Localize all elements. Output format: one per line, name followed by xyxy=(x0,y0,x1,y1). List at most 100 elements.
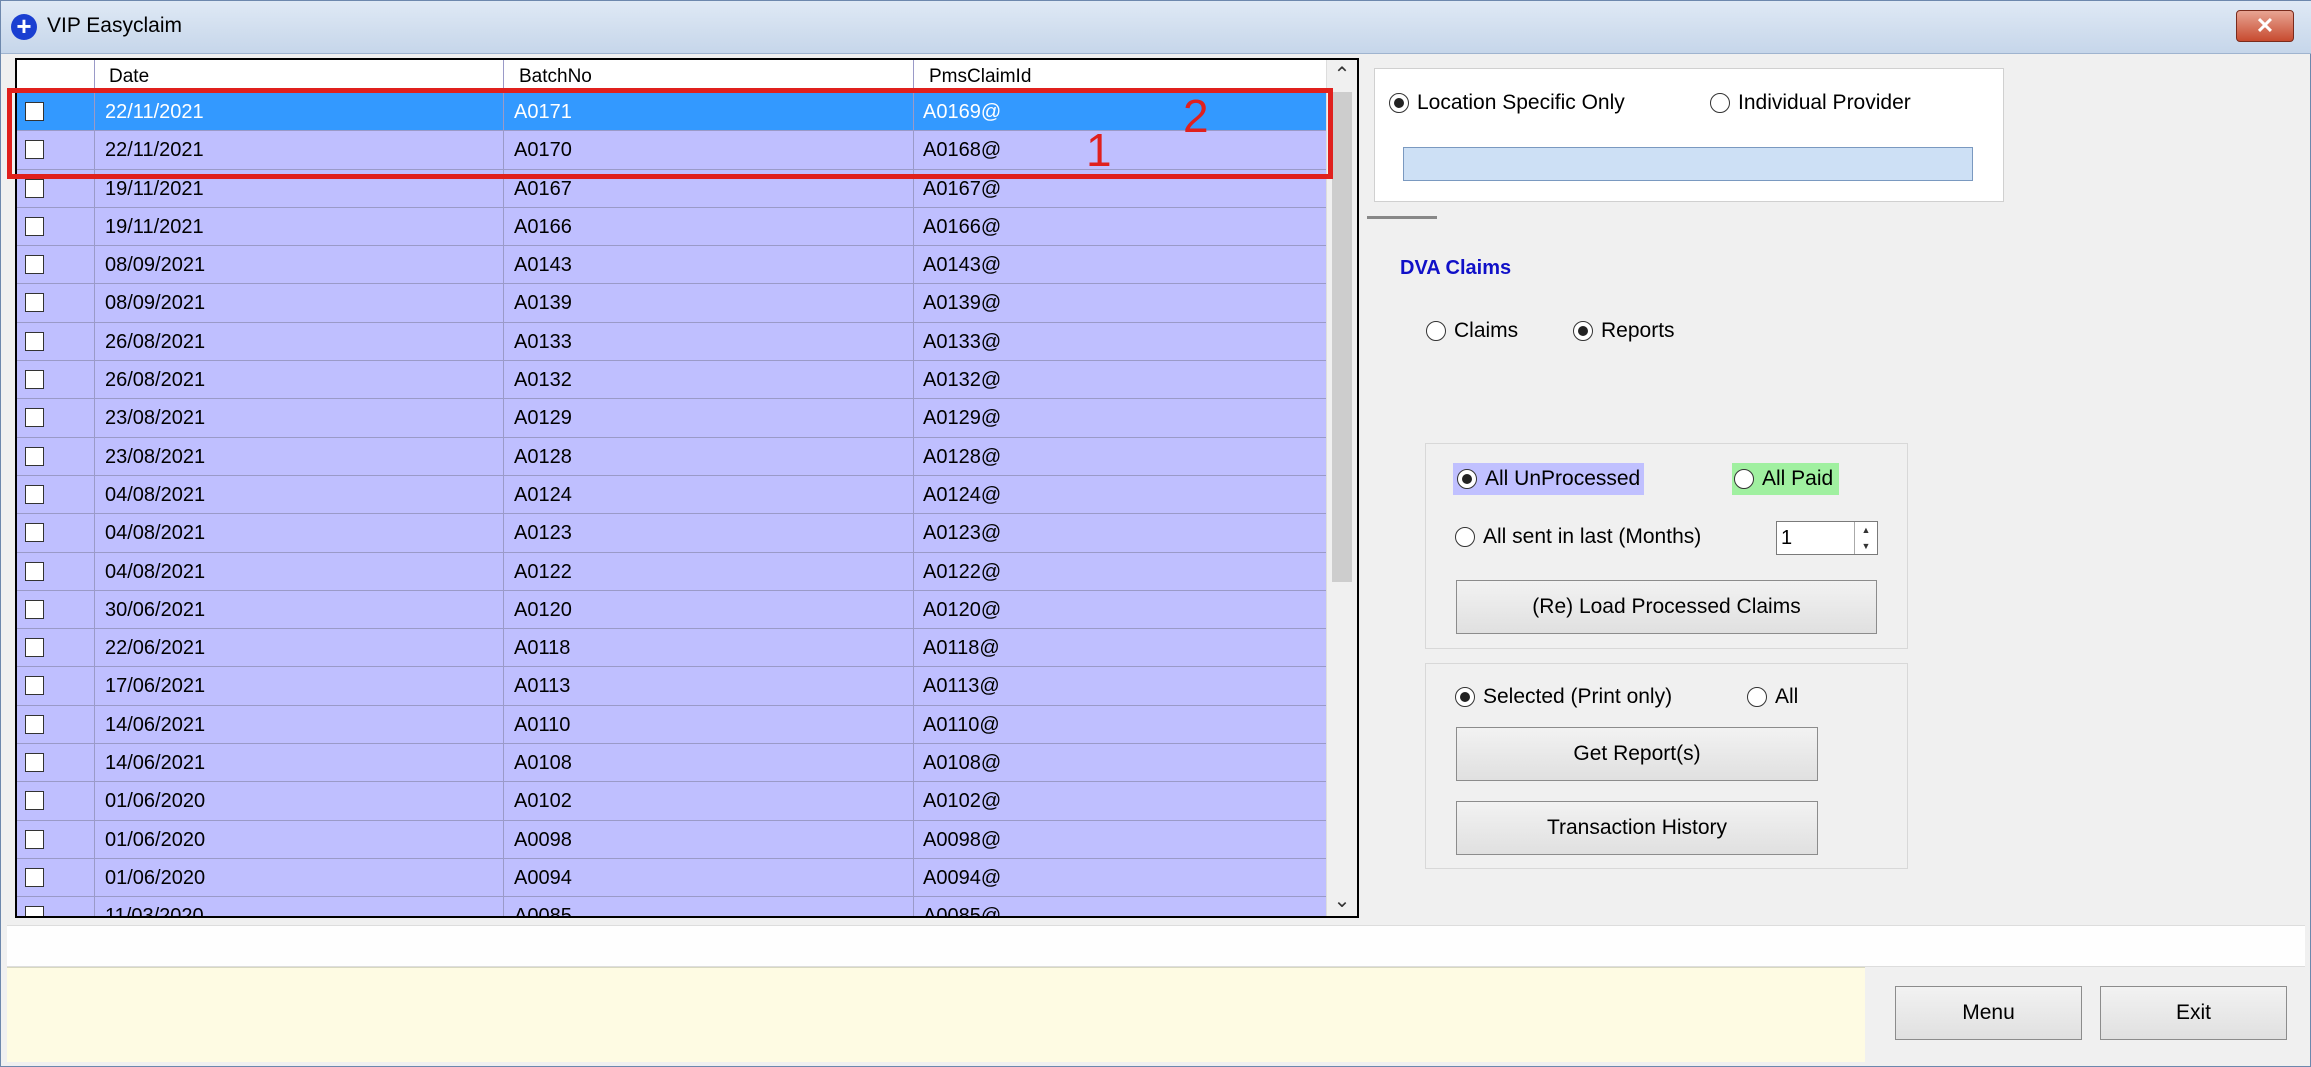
row-checkbox[interactable] xyxy=(25,408,44,428)
row-checkbox[interactable] xyxy=(25,293,44,313)
table-row[interactable]: 19/11/2021 A0166 A0166@ xyxy=(17,207,1327,247)
row-checkbox[interactable] xyxy=(25,829,44,849)
tab-indicator xyxy=(1367,216,1437,219)
selected-print-radio[interactable]: Selected (Print only) xyxy=(1455,685,1672,709)
row-checkbox[interactable] xyxy=(25,714,44,734)
reload-processed-claims-button[interactable]: (Re) Load Processed Claims xyxy=(1456,580,1877,634)
radio-selected-icon xyxy=(1457,469,1477,489)
scroll-up-icon[interactable]: ⌃ xyxy=(1327,60,1357,90)
table-row[interactable]: 08/09/2021 A0139 A0139@ xyxy=(17,284,1327,323)
table-row[interactable]: 04/08/2021 A0123 A0123@ xyxy=(17,514,1327,553)
get-reports-button[interactable]: Get Report(s) xyxy=(1456,727,1818,781)
cell-pmsclaimid: A0143@ xyxy=(923,254,1002,277)
radio-unselected-icon xyxy=(1734,469,1754,489)
row-checkbox[interactable] xyxy=(25,446,44,466)
all-paid-radio[interactable]: All Paid xyxy=(1732,463,1840,495)
row-checkbox[interactable] xyxy=(25,561,44,581)
cell-date: 01/06/2020 xyxy=(105,866,206,889)
cell-pmsclaimid: A0139@ xyxy=(923,292,1002,315)
cell-date: 23/08/2021 xyxy=(105,445,206,468)
months-stepper[interactable]: 1 ▲ ▼ xyxy=(1776,521,1878,555)
table-row[interactable]: 26/08/2021 A0132 A0132@ xyxy=(17,361,1327,400)
cell-date: 19/11/2021 xyxy=(105,177,204,200)
row-checkbox[interactable] xyxy=(25,331,44,351)
cell-pmsclaimid: A0108@ xyxy=(923,752,1002,775)
reports-label: Reports xyxy=(1601,319,1675,342)
cell-pmsclaimid: A0124@ xyxy=(923,483,1002,506)
table-row[interactable]: 17/06/2021 A0113 A0113@ xyxy=(17,667,1327,706)
dva-claims-title: DVA Claims xyxy=(1400,257,1512,279)
all-sent-radio[interactable]: All sent in last (Months) xyxy=(1455,525,1701,549)
cell-pmsclaimid: A0098@ xyxy=(923,828,1002,851)
cell-batchno: A0118 xyxy=(514,637,571,660)
cell-batchno: A0123 xyxy=(514,522,572,545)
table-row[interactable]: 23/08/2021 A0129 A0129@ xyxy=(17,399,1327,438)
table-row[interactable]: 01/06/2020 A0102 A0102@ xyxy=(17,782,1327,821)
table-row[interactable]: 26/08/2021 A0133 A0133@ xyxy=(17,322,1327,362)
table-row[interactable]: 08/09/2021 A0143 A0143@ xyxy=(17,246,1327,285)
row-checkbox[interactable] xyxy=(25,216,44,236)
claims-radio[interactable]: Claims xyxy=(1426,319,1518,343)
row-checkbox[interactable] xyxy=(25,906,44,916)
row-checkbox[interactable] xyxy=(25,599,44,619)
cell-date: 26/08/2021 xyxy=(105,369,206,392)
months-value: 1 xyxy=(1781,527,1793,549)
row-checkbox[interactable] xyxy=(25,638,44,658)
radio-selected-icon xyxy=(1389,93,1409,113)
location-specific-radio[interactable]: Location Specific Only xyxy=(1389,91,1625,115)
provider-panel: Location Specific Only Individual Provid… xyxy=(1374,68,2004,202)
cell-date: 30/06/2021 xyxy=(105,598,206,621)
exit-button[interactable]: Exit xyxy=(2100,986,2287,1040)
individual-provider-radio[interactable]: Individual Provider xyxy=(1710,91,1911,115)
stepper-arrows-icon[interactable]: ▲ ▼ xyxy=(1854,522,1877,554)
annotation-label-2: 2 xyxy=(1183,90,1209,142)
table-row[interactable]: 01/06/2020 A0098 A0098@ xyxy=(17,820,1327,859)
row-checkbox[interactable] xyxy=(25,676,44,696)
table-row[interactable]: 11/03/2020 A0085 A0085@ xyxy=(17,897,1327,918)
cell-batchno: A0129 xyxy=(514,407,572,430)
row-checkbox[interactable] xyxy=(25,791,44,811)
row-checkbox[interactable] xyxy=(25,370,44,390)
table-row[interactable]: 04/08/2021 A0124 A0124@ xyxy=(17,475,1327,515)
scroll-thumb[interactable] xyxy=(1332,92,1352,582)
cell-batchno: A0085 xyxy=(514,905,572,918)
table-row[interactable]: 22/06/2021 A0118 A0118@ xyxy=(17,629,1327,668)
app-window: + VIP Easyclaim ✕ Date BatchNo PmsClaimI… xyxy=(0,0,2311,1067)
cell-date: 08/09/2021 xyxy=(105,292,206,315)
transaction-history-button[interactable]: Transaction History xyxy=(1456,801,1818,855)
column-header-pmsclaimid[interactable]: PmsClaimId xyxy=(929,66,1031,88)
column-divider xyxy=(913,60,914,916)
cell-batchno: A0094 xyxy=(514,866,572,889)
column-header-batchno[interactable]: BatchNo xyxy=(519,66,592,88)
radio-unselected-icon xyxy=(1455,527,1475,547)
cell-pmsclaimid: A0128@ xyxy=(923,445,1002,468)
claims-grid[interactable]: Date BatchNo PmsClaimId 22/11/2021 A0171 A… xyxy=(15,58,1359,918)
cell-batchno: A0166 xyxy=(514,215,572,238)
row-checkbox[interactable] xyxy=(25,255,44,275)
row-checkbox[interactable] xyxy=(25,523,44,543)
table-row[interactable]: 14/06/2021 A0110 A0110@ xyxy=(17,705,1327,745)
row-checkbox[interactable] xyxy=(25,753,44,773)
location-field[interactable] xyxy=(1403,147,1973,181)
all-reports-radio[interactable]: All xyxy=(1747,685,1798,709)
table-row[interactable]: 23/08/2021 A0128 A0128@ xyxy=(17,437,1327,476)
menu-button[interactable]: Menu xyxy=(1895,986,2082,1040)
row-checkbox[interactable] xyxy=(25,484,44,504)
table-row[interactable]: 14/06/2021 A0108 A0108@ xyxy=(17,744,1327,783)
table-row[interactable]: 01/06/2020 A0094 A0094@ xyxy=(17,858,1327,898)
table-row[interactable]: 04/08/2021 A0122 A0122@ xyxy=(17,552,1327,591)
cell-pmsclaimid: A0110@ xyxy=(923,713,1000,736)
all-unprocessed-radio[interactable]: All UnProcessed xyxy=(1453,463,1645,495)
row-checkbox[interactable] xyxy=(25,178,44,198)
close-button[interactable]: ✕ xyxy=(2236,10,2294,42)
grid-rows: 22/11/2021 A0171 A0169@ 22/11/2021 A0170 A016… xyxy=(17,93,1327,918)
scroll-down-icon[interactable]: ⌄ xyxy=(1327,886,1357,916)
column-header-date[interactable]: Date xyxy=(109,66,149,88)
cell-batchno: A0143 xyxy=(514,254,572,277)
cell-date: 04/08/2021 xyxy=(105,483,206,506)
table-row[interactable]: 30/06/2021 A0120 A0120@ xyxy=(17,590,1327,630)
row-checkbox[interactable] xyxy=(25,867,44,887)
grid-scrollbar[interactable]: ⌃ ⌄ xyxy=(1326,60,1357,916)
cell-batchno: A0110 xyxy=(514,713,571,736)
reports-radio[interactable]: Reports xyxy=(1573,319,1675,343)
